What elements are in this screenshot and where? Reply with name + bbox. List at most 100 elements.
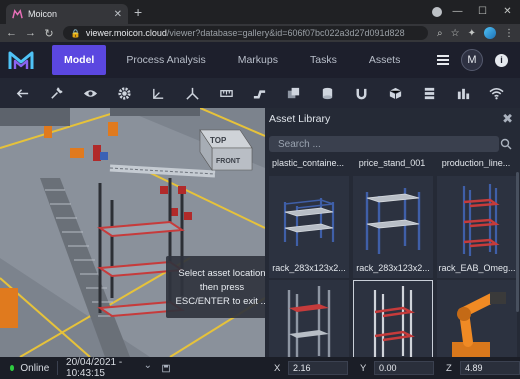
browser-tab[interactable]: Moicon ✕ [6, 4, 128, 24]
back-arrow-icon[interactable] [14, 84, 32, 102]
asset-card-rack-blue-tall[interactable]: rack_283x123x2... [353, 176, 433, 278]
asset-label: rack_EAB_Omeg... [438, 263, 516, 273]
asset-library-title: Asset Library [269, 113, 331, 125]
coord-x: X 2.16 [274, 361, 349, 375]
gear-icon[interactable] [116, 84, 134, 102]
lock-icon: 🔒 [70, 28, 81, 38]
moicon-favicon-icon [12, 8, 23, 18]
user-avatar[interactable]: M [461, 49, 483, 71]
asset-thumbnail [438, 177, 516, 263]
asset-card-rack-white-red[interactable] [353, 280, 433, 357]
wrench-icon[interactable] [48, 84, 66, 102]
moicon-logo-icon [8, 51, 34, 69]
url-path: /viewer?database=gallery&id=606f07bc022a… [166, 28, 405, 38]
window-close-icon[interactable]: ✕ [495, 6, 520, 17]
asset-label[interactable]: plastic_containe... [267, 158, 349, 168]
3d-viewport[interactable]: TOP FRONT Select asset location then pre… [0, 108, 265, 357]
coord-z-value[interactable]: 4.89 [460, 361, 520, 375]
pipe-icon[interactable] [251, 84, 269, 102]
coord-y-label: Y [360, 362, 367, 374]
status-bar: Online 20/04/2021 - 10:43:15 ⌄ X 2.16 Y … [0, 357, 520, 379]
asset-library-panel: Asset Library ✖ plastic_containe... pric… [265, 108, 520, 357]
tab-close-icon[interactable]: ✕ [114, 9, 122, 20]
coord-x-value[interactable]: 2.16 [288, 361, 349, 375]
cube-top-label: TOP [210, 136, 227, 145]
moicon-logo[interactable] [0, 42, 42, 78]
zoom-icon[interactable]: ⌕ [437, 28, 443, 39]
profile-avatar-icon[interactable] [484, 27, 496, 39]
asset-label[interactable]: production_line... [435, 158, 517, 168]
bar-chart-icon[interactable] [454, 84, 472, 102]
save-icon[interactable] [162, 363, 170, 374]
datetime: 20/04/2021 - 10:43:15 [66, 357, 123, 379]
url-input[interactable]: 🔒 viewer.moicon.cloud/viewer?database=ga… [62, 26, 429, 40]
measure-icon[interactable] [217, 84, 235, 102]
chevron-down-icon[interactable]: ⌄ [144, 360, 152, 371]
asset-label: rack_283x123x2... [356, 263, 430, 273]
asset-card-robot-arm[interactable] [437, 280, 517, 357]
maximize-icon[interactable]: ☐ [470, 6, 495, 17]
browser-menu-icon[interactable]: ⋮ [504, 28, 514, 39]
asset-thumbnail [438, 281, 516, 357]
factory-scene: TOP FRONT [0, 108, 265, 357]
model-toolbar [0, 78, 520, 108]
info-icon[interactable]: i [495, 53, 508, 67]
axes-icon[interactable] [149, 84, 167, 102]
cylinder-icon[interactable] [319, 84, 337, 102]
tab-tasks[interactable]: Tasks [298, 45, 349, 75]
window-controls: — ☐ ✕ [445, 0, 520, 22]
browser-tabbar: Moicon ✕ + — ☐ ✕ [0, 0, 520, 24]
coord-y-value[interactable]: 0.00 [374, 361, 435, 375]
url-host: viewer.moicon.cloud [85, 28, 167, 38]
asset-thumbnail [354, 177, 432, 263]
layers-icon[interactable] [420, 84, 438, 102]
bookmark-star-icon[interactable]: ☆ [451, 28, 460, 39]
library-scrollbar[interactable] [516, 172, 519, 312]
box-icon[interactable] [386, 84, 404, 102]
back-icon[interactable]: ← [6, 27, 17, 39]
new-tab-icon[interactable]: + [134, 4, 142, 20]
tooltip-line: ESC/ENTER to exit ... [175, 295, 265, 307]
asset-thumbnail [270, 281, 348, 357]
coord-z-label: Z [446, 362, 452, 374]
asset-card-rack-gray-red[interactable] [269, 280, 349, 357]
app-header: Model Process Analysis Markups Tasks Ass… [0, 42, 520, 78]
placement-hint-tooltip: Select asset location then press ESC/ENT… [166, 256, 265, 318]
tooltip-line: then press [199, 281, 245, 293]
duplicate-cube-icon[interactable] [285, 84, 303, 102]
cube-front-label: FRONT [216, 158, 241, 165]
previous-row-labels: plastic_containe... price_stand_001 prod… [265, 158, 520, 172]
tab-process-analysis[interactable]: Process Analysis [114, 45, 217, 75]
asset-thumbnail [354, 281, 432, 357]
tripod-icon[interactable] [183, 84, 201, 102]
tab-model[interactable]: Model [52, 45, 107, 75]
online-status: Online [20, 362, 50, 374]
address-bar: ← → ↻ 🔒 viewer.moicon.cloud/viewer?datab… [0, 24, 520, 42]
close-library-icon[interactable]: ✖ [502, 111, 513, 127]
asset-card-rack-blue[interactable]: rack_283x123x2... [269, 176, 349, 278]
tooltip-line: Select asset location [178, 267, 265, 279]
coord-z: Z 4.89 [446, 361, 520, 375]
minimize-icon[interactable]: — [445, 6, 470, 17]
coord-y: Y 0.00 [360, 361, 435, 375]
asset-label[interactable]: price_stand_001 [351, 158, 433, 168]
main-nav: Model Process Analysis Markups Tasks Ass… [52, 42, 414, 78]
extensions-icon[interactable]: ✦ [468, 28, 476, 39]
asset-thumbnail [270, 177, 348, 263]
tab-search-icon[interactable] [432, 7, 442, 17]
eye-icon[interactable] [82, 84, 100, 102]
magnet-icon[interactable] [353, 84, 371, 102]
search-icon[interactable] [500, 138, 512, 150]
hamburger-menu-icon[interactable] [437, 55, 449, 65]
view-cube[interactable]: TOP FRONT [199, 129, 253, 171]
reload-icon[interactable]: ↻ [44, 27, 54, 40]
tab-assets[interactable]: Assets [357, 45, 413, 75]
asset-search-input[interactable] [269, 136, 499, 152]
tab-markups[interactable]: Markups [226, 45, 290, 75]
divider [57, 361, 59, 375]
forward-icon[interactable]: → [25, 27, 36, 39]
asset-card-rack-red[interactable]: rack_EAB_Omeg... [437, 176, 517, 278]
online-status-icon [10, 365, 15, 371]
wifi-icon[interactable] [488, 84, 506, 102]
asset-label: rack_283x123x2... [272, 263, 346, 273]
